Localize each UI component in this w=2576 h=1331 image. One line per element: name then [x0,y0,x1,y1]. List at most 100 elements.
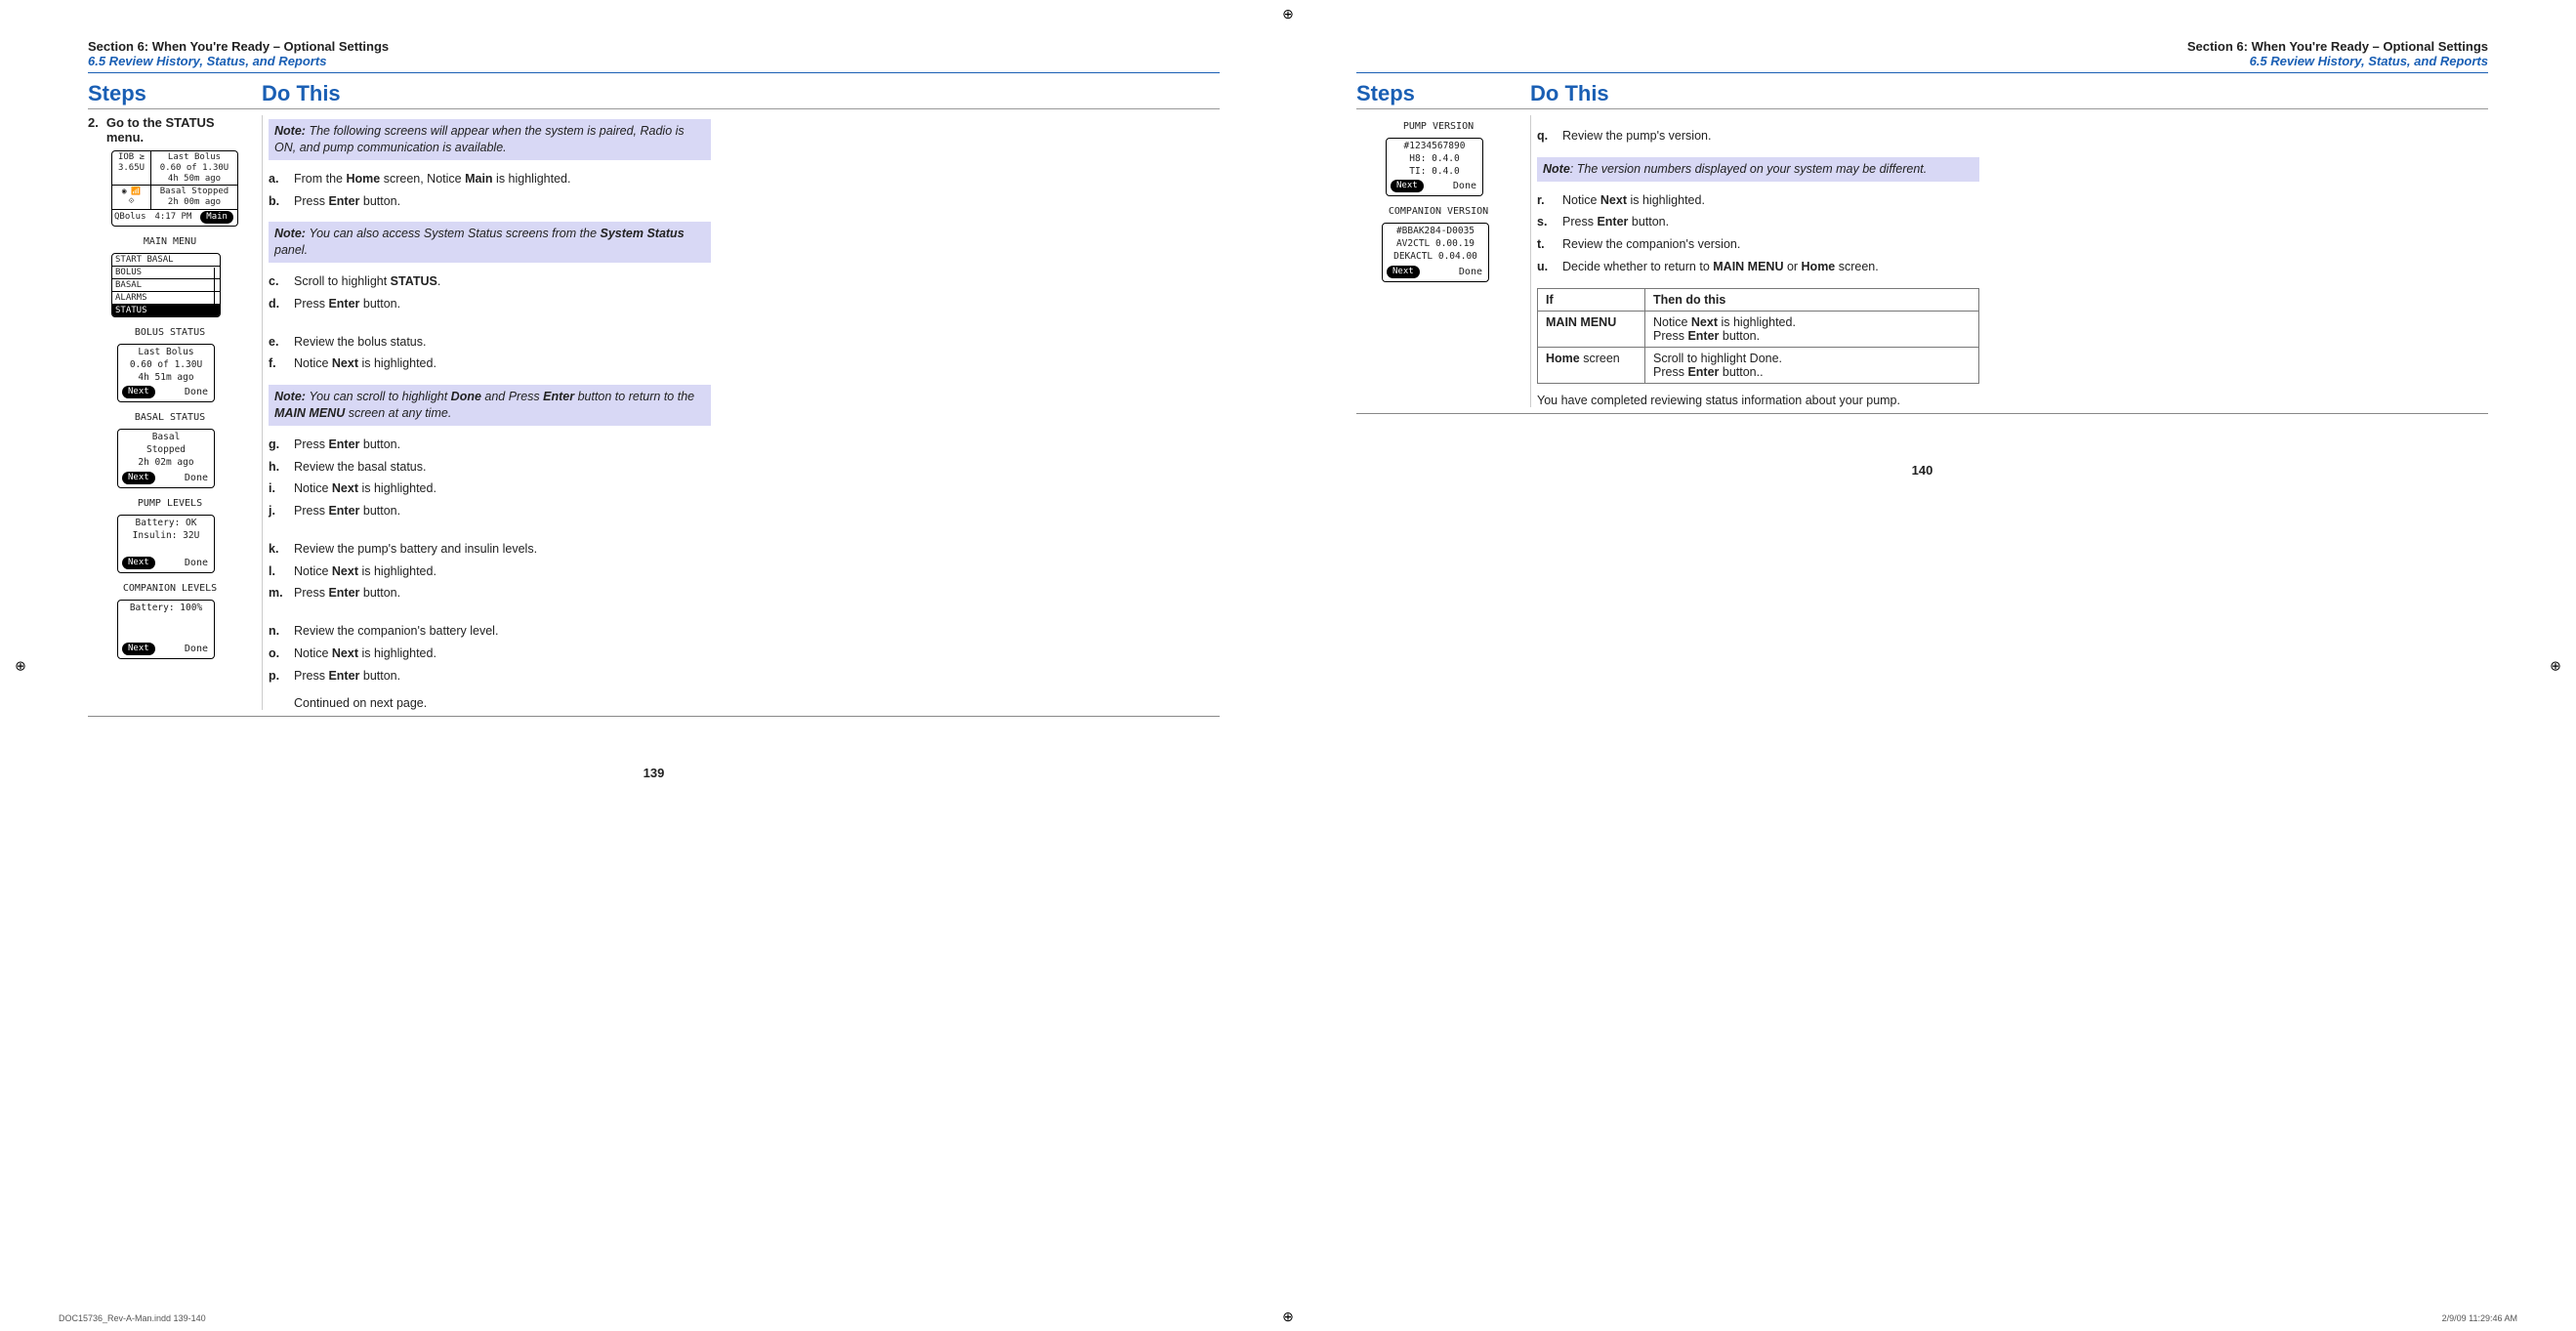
home-bottom-left: QBolus [114,212,146,222]
basal-l2: Stopped [118,444,214,457]
next-button: Next [122,386,155,398]
col-steps-header: Steps [88,81,262,108]
note-right: Note: The version numbers displayed on y… [1537,157,1979,182]
substep-t: t.Review the companion's version. [1537,233,1979,256]
bolus-l1: Last Bolus [118,347,214,359]
compver-l1: #BBAK284-D0035 [1383,226,1488,238]
step-number: 2. [88,115,99,145]
pump-battery: Battery: OK [118,518,214,530]
substep-p: p.Press Enter button. [269,665,711,687]
registration-mark-icon: ⊕ [2549,657,2562,674]
header-right: Section 6: When You're Ready – Optional … [1356,39,2488,68]
menu-item: BOLUS [112,266,220,278]
bottom-rule [1356,413,2488,414]
substep-h: h.Review the basal status. [269,456,711,478]
substep-e: e.Review the bolus status. [269,331,711,354]
substep-r: r.Notice Next is highlighted. [1537,189,1979,212]
signal-icon: ⟐ [128,196,134,205]
compver-l3: DEKACTL 0.04.00 [1383,251,1488,264]
companion-version-label: COMPANION VERSION [1356,206,1520,217]
note-label: Note: [274,390,306,403]
screen-pump-levels: Battery: OK Insulin: 32U Next Done [117,515,215,573]
bolus-l3: 4h 51m ago [118,372,214,385]
substep-b: b.Press Enter button. [269,190,711,213]
registration-mark-icon: ⊕ [1281,6,1295,22]
screen-companion-levels: Battery: 100% Next Done [117,600,215,658]
substep-q: q.Review the pump's version. [1537,125,1979,147]
header-rule [1356,72,2488,73]
done-label: Done [1459,267,1482,277]
header-rule [88,72,1220,73]
decision-r2c1: Home screen [1538,347,1645,383]
pump-version-label: PUMP VERSION [1356,121,1520,132]
note-2: Note: You can also access System Status … [269,222,711,263]
substep-k: k.Review the pump's battery and insulin … [269,538,711,561]
next-button: Next [122,472,155,484]
basal-l1: Basal [118,432,214,444]
decision-r1c2: Notice Next is highlighted. Press Enter … [1645,311,1979,347]
dothis-column: q.Review the pump's version. Note: The v… [1530,115,1979,407]
next-button: Next [122,643,155,655]
substep-i: i.Notice Next is highlighted. [269,478,711,500]
pumpver-l3: TI: 0.4.0 [1387,166,1482,179]
done-label: Done [185,473,208,483]
header-left: Section 6: When You're Ready – Optional … [88,39,1220,68]
table-row: MAIN MENU Notice Next is highlighted. Pr… [1538,311,1979,347]
last-bolus-l1: 0.60 of 1.30U [160,163,229,173]
done-label: Done [185,558,208,568]
comp-battery: Battery: 100% [118,603,214,615]
next-button: Next [122,557,155,569]
footer-right: 2/9/09 11:29:46 AM [2442,1313,2517,1323]
page-number: 139 [88,766,1220,780]
table-header: Steps Do This [1356,81,2488,109]
substep-s: s.Press Enter button. [1537,211,1979,233]
step-text: Go to the STATUS menu. [106,115,252,145]
next-button: Next [1391,180,1424,192]
next-button: Next [1387,266,1420,278]
note-body: : The version numbers displayed on your … [1570,162,1927,176]
substep-a: a.From the Home screen, Notice Main is h… [269,168,711,190]
compver-l2: AV2CTL 0.00.19 [1383,238,1488,251]
bolus-status-label: BOLUS STATUS [88,327,252,338]
subsection-title: 6.5 Review History, Status, and Reports [88,54,1220,68]
bottom-rule [88,716,1220,717]
content-row: PUMP VERSION #1234567890 H8: 0.4.0 TI: 0… [1356,115,2488,407]
note-label: Note: [274,227,306,240]
print-footer: DOC15736_Rev-A-Man.indd 139-140 2/9/09 1… [59,1313,2517,1323]
scrollbar [214,268,219,315]
done-label: Done [1453,181,1476,191]
iob-value: 3.65U [118,163,145,173]
col-steps-header: Steps [1356,81,1530,108]
steps-column: PUMP VERSION #1234567890 H8: 0.4.0 TI: 0… [1356,115,1530,292]
substep-n: n.Review the companion's battery level. [269,620,711,643]
pump-levels-label: PUMP LEVELS [88,498,252,509]
footer-left: DOC15736_Rev-A-Man.indd 139-140 [59,1313,206,1323]
mainmenu-label: MAIN MENU [88,236,252,247]
screen-basal-status: Basal Stopped 2h 02m ago Next Done [117,429,215,487]
last-bolus-l2: 4h 50m ago [168,174,221,184]
menu-item: START BASAL [112,254,220,266]
menu-item-selected: STATUS [112,304,220,316]
col-dothis-header: Do This [262,81,1220,108]
substep-g: g.Press Enter button. [269,434,711,456]
note-1: Note: The following screens will appear … [269,119,711,160]
companion-levels-label: COMPANION LEVELS [88,583,252,594]
table-row: Home screen Scroll to highlight Done. Pr… [1538,347,1979,383]
screen-home: IOB ≥ 3.65U Last Bolus 0.60 of 1.30U 4h … [111,150,238,227]
dothis-column: Note: The following screens will appear … [262,115,711,710]
radio-icon: ◉ 📶 [122,187,142,195]
screen-companion-version: #BBAK284-D0035 AV2CTL 0.00.19 DEKACTL 0.… [1382,223,1489,281]
basal-l3: 2h 02m ago [118,457,214,470]
menu-item: BASAL [112,278,220,291]
substep-c: c.Scroll to highlight STATUS. [269,270,711,293]
substep-m: m.Press Enter button. [269,582,711,604]
decision-r2c2: Scroll to highlight Done. Press Enter bu… [1645,347,1979,383]
section-title: Section 6: When You're Ready – Optional … [1356,39,2488,54]
page-left: Section 6: When You're Ready – Optional … [78,39,1229,1311]
basal-title: Basal Stopped [160,187,229,196]
pumpver-l1: #1234567890 [1387,141,1482,153]
closing-text: You have completed reviewing status info… [1537,394,1979,407]
content-row: 2. Go to the STATUS menu. IOB ≥ 3.65U La… [88,115,1220,710]
substep-l: l.Notice Next is highlighted. [269,561,711,583]
note-3: Note: You can scroll to highlight Done a… [269,385,711,426]
